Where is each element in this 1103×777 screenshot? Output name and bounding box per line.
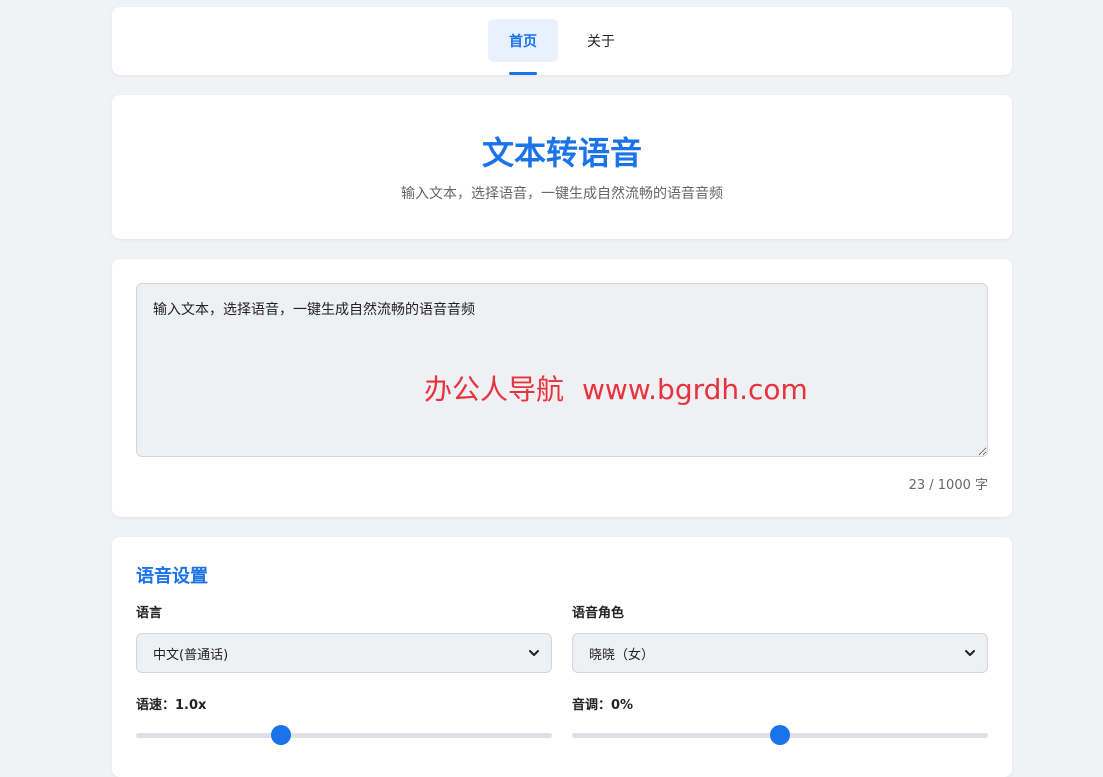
- page-subtitle: 输入文本，选择语音，一键生成自然流畅的语音音频: [401, 186, 723, 202]
- nav-tab-home[interactable]: 首页: [488, 19, 558, 75]
- rate-label: 语速：1.0x: [136, 698, 207, 713]
- text-input[interactable]: [136, 283, 988, 457]
- rate-slider-thumb[interactable]: [270, 725, 291, 745]
- active-tab-indicator: [509, 72, 537, 75]
- language-select[interactable]: 中文(普通话): [136, 633, 552, 673]
- rate-field: 语速：1.0x: [136, 697, 552, 745]
- voice-field: 语音角色 晓晓（女）: [572, 605, 988, 673]
- nav-tabs: 首页 关于: [488, 19, 636, 75]
- rate-slider-track[interactable]: [136, 733, 552, 738]
- pitch-slider[interactable]: [572, 725, 988, 745]
- settings-title: 语音设置: [136, 566, 208, 587]
- language-selected-value: 中文(普通话): [153, 647, 229, 663]
- chevron-down-icon: [529, 650, 539, 656]
- char-counter: 23 / 1000 字: [908, 478, 988, 493]
- page-container: 首页 关于 文本转语音 输入文本，选择语音，一键生成自然流畅的语音音频 办公人导…: [112, 7, 1012, 777]
- nav-tab-about-label: 关于: [587, 33, 615, 50]
- nav-tab-home-label: 首页: [509, 33, 537, 50]
- chevron-down-icon: [965, 650, 975, 656]
- pitch-slider-thumb[interactable]: [770, 725, 790, 745]
- language-label: 语言: [136, 606, 163, 621]
- voice-selected-value: 晓晓（女）: [589, 647, 655, 663]
- settings-grid: 语言 中文(普通话) 语音角色 晓晓（女） 语速：1.0x 音调：0%: [136, 605, 988, 745]
- hero-section: 文本转语音 输入文本，选择语音，一键生成自然流畅的语音音频: [112, 95, 1012, 239]
- pitch-field: 音调：0%: [572, 697, 988, 745]
- language-field: 语言 中文(普通话): [136, 605, 552, 673]
- text-input-card: 办公人导航www.bgrdh.com 23 / 1000 字: [112, 259, 1012, 517]
- voice-select[interactable]: 晓晓（女）: [572, 633, 988, 673]
- voice-settings-card: 语音设置 语言 中文(普通话) 语音角色 晓晓（女） 语速：1.0x 音调：0%: [112, 537, 1012, 777]
- page-title: 文本转语音: [481, 134, 642, 172]
- voice-label: 语音角色: [572, 606, 625, 621]
- nav-bar: 首页 关于: [112, 7, 1012, 75]
- nav-tab-about[interactable]: 关于: [566, 19, 636, 62]
- pitch-label: 音调：0%: [572, 698, 634, 713]
- rate-slider[interactable]: [136, 725, 552, 745]
